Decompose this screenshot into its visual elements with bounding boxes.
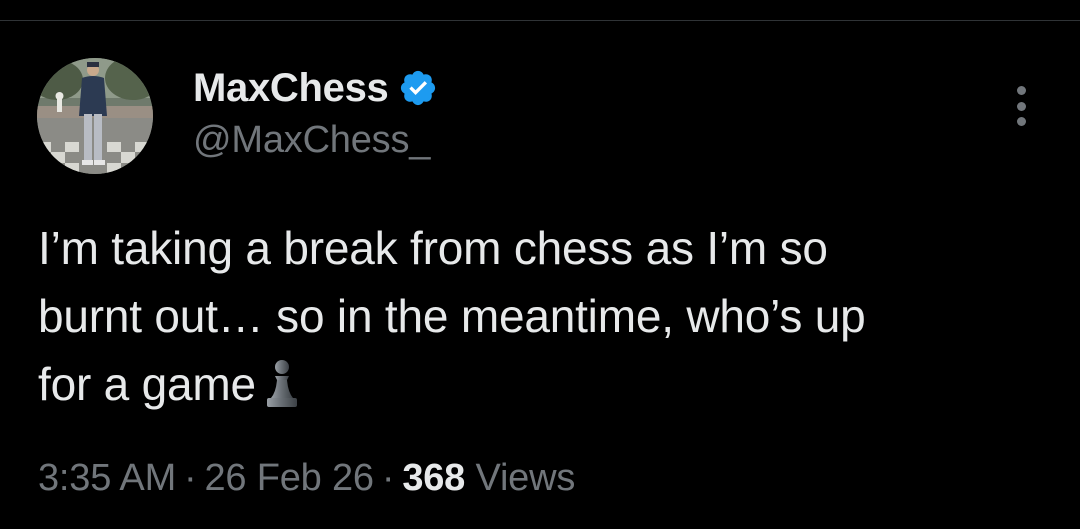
tweet-line-1: I’m taking a break from chess as I’m so [38, 222, 828, 274]
more-dot [1016, 101, 1026, 111]
meta-separator: · [184, 457, 197, 499]
display-name[interactable]: MaxChess [193, 66, 389, 110]
meta-separator: · [381, 457, 395, 499]
more-options-button[interactable] [1004, 84, 1038, 128]
tweet-line-3: for a game [38, 350, 1048, 418]
author-handle[interactable]: @MaxChess_ [193, 118, 430, 162]
tweet-text: I’m taking a break from chess as I’m so … [38, 214, 1048, 418]
tweet-line-3-text: for a game [38, 358, 256, 410]
views-label[interactable]: Views [475, 457, 575, 499]
avatar[interactable] [37, 58, 153, 174]
tweet-line-2: burnt out… so in the meantime, who’s up [38, 290, 866, 342]
avatar-photo [37, 58, 153, 174]
tweet-meta: 3:35 AM · 26 Feb 26 · 368 Views [38, 454, 575, 502]
tweet-date[interactable]: 26 Feb 26 [205, 457, 375, 499]
chess-pawn-icon [266, 360, 297, 407]
views-count[interactable]: 368 [402, 457, 465, 499]
more-vertical-icon [1016, 86, 1026, 95]
tweet-time[interactable]: 3:35 AM [38, 457, 176, 499]
top-divider [0, 20, 1080, 21]
author-name-row: MaxChess [193, 66, 438, 110]
more-dot [1016, 117, 1026, 126]
verified-badge-icon[interactable] [398, 68, 438, 108]
